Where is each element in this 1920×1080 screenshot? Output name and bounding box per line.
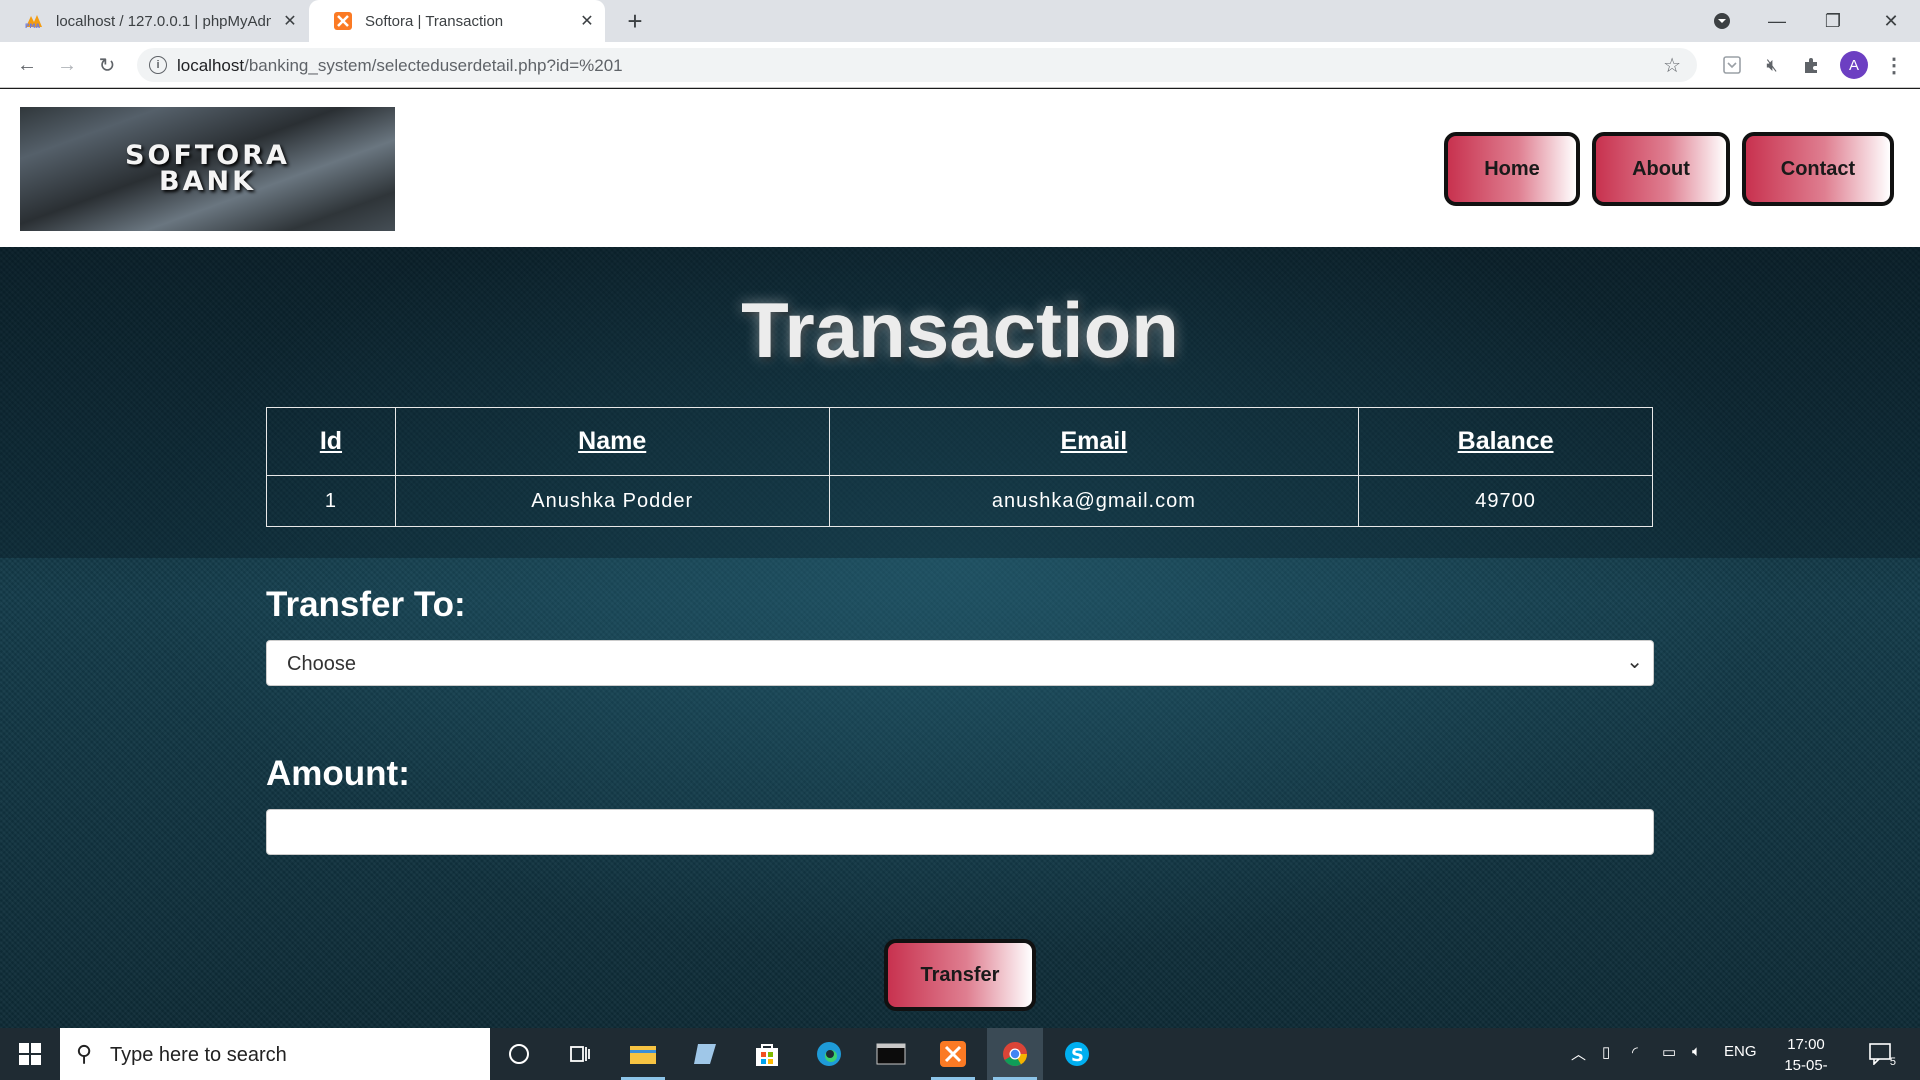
new-tab-button[interactable]: + bbox=[622, 8, 648, 34]
minimize-icon[interactable]: — bbox=[1752, 0, 1802, 42]
tab-search-icon[interactable] bbox=[1697, 0, 1747, 42]
column-header-balance: Balance bbox=[1358, 407, 1653, 476]
phpmyadmin-icon: PMA bbox=[24, 11, 44, 31]
search-placeholder: Type here to search bbox=[110, 1044, 287, 1066]
reading-list-icon[interactable] bbox=[1720, 53, 1744, 77]
logo-line-2: BANK bbox=[159, 166, 256, 197]
column-header-email: Email bbox=[828, 407, 1360, 476]
volume-icon[interactable]: 🔈︎ bbox=[1692, 1043, 1701, 1060]
browser-tab-strip: PMA localhost / 127.0.0.1 | phpMyAdmin ✕… bbox=[0, 0, 1920, 42]
nav-contact-button[interactable]: Contact bbox=[1742, 132, 1894, 206]
cortana-icon[interactable] bbox=[491, 1028, 547, 1080]
site-info-icon[interactable]: i bbox=[149, 56, 167, 74]
site-header: SOFTORA BANK Home About Contact bbox=[0, 89, 1920, 247]
windows-start-icon[interactable] bbox=[0, 1028, 60, 1080]
clock-date: 15-05-2021 bbox=[1784, 1057, 1828, 1080]
svg-text:PMA: PMA bbox=[25, 23, 40, 29]
transfer-to-label: Transfer To: bbox=[266, 585, 466, 624]
back-icon[interactable]: ← bbox=[11, 49, 43, 81]
cell-id: 1 bbox=[266, 475, 396, 527]
battery-icon[interactable]: ▭ bbox=[1662, 1043, 1676, 1061]
clock-time: 17:00 bbox=[1787, 1036, 1825, 1053]
notes-app-icon[interactable] bbox=[677, 1028, 733, 1080]
tab-title: Softora | Transaction bbox=[365, 12, 504, 30]
url-path: /banking_system/selecteduserdetail.php?i… bbox=[244, 56, 623, 75]
terminal-icon[interactable] bbox=[863, 1028, 919, 1080]
chevron-down-icon: ⌄ bbox=[1626, 651, 1643, 673]
softora-bank-logo[interactable]: SOFTORA BANK bbox=[20, 107, 395, 231]
forward-icon[interactable]: → bbox=[51, 49, 83, 81]
transfer-button[interactable]: Transfer bbox=[884, 939, 1036, 1011]
system-clock[interactable]: 17:00 15-05-2021 bbox=[1768, 1034, 1844, 1080]
selected-user-table: Id Name Email Balance 1 Anushka Podder a… bbox=[266, 407, 1653, 527]
table-row: 1 Anushka Podder anushka@gmail.com 49700 bbox=[266, 475, 1653, 527]
notification-center-icon[interactable]: 5 bbox=[1866, 1040, 1896, 1068]
tab-phpmyadmin[interactable]: PMA localhost / 127.0.0.1 | phpMyAdmin ✕ bbox=[0, 0, 308, 42]
transfer-to-select[interactable]: Choose ⌄ bbox=[266, 640, 1654, 686]
profile-avatar[interactable]: A bbox=[1840, 51, 1868, 79]
transaction-section: Transaction Id Name Email Balance 1 Anus… bbox=[0, 247, 1920, 1028]
extensions-puzzle-icon[interactable] bbox=[1800, 53, 1824, 77]
close-window-icon[interactable]: ✕ bbox=[1866, 0, 1916, 42]
url-host: localhost bbox=[177, 56, 245, 75]
device-icon[interactable]: ▯ bbox=[1602, 1043, 1610, 1061]
search-icon: ⚲ bbox=[76, 1041, 93, 1066]
nav-about-button[interactable]: About bbox=[1592, 132, 1730, 206]
tab-softora-transaction[interactable]: Softora | Transaction ✕ bbox=[309, 0, 605, 42]
close-tab-icon[interactable]: ✕ bbox=[577, 11, 597, 31]
cell-email: anushka@gmail.com bbox=[828, 475, 1360, 527]
language-indicator[interactable]: ENG bbox=[1724, 1043, 1757, 1060]
cell-balance: 49700 bbox=[1358, 475, 1653, 527]
restore-icon[interactable]: ❐ bbox=[1808, 0, 1858, 42]
column-header-name: Name bbox=[394, 407, 830, 476]
bookmark-star-icon[interactable]: ☆ bbox=[1663, 53, 1681, 78]
windows-taskbar: ⚲ Type here to search S ︿ ▯ ◜ ▭ 🔈︎ ENG 1… bbox=[0, 1028, 1920, 1080]
tab-title: localhost / 127.0.0.1 | phpMyAdmin bbox=[56, 12, 271, 30]
close-tab-icon[interactable]: ✕ bbox=[280, 11, 300, 31]
amount-label: Amount: bbox=[266, 754, 410, 793]
chrome-icon[interactable] bbox=[987, 1028, 1043, 1080]
address-bar[interactable]: i localhost/banking_system/selecteduserd… bbox=[137, 48, 1697, 82]
notification-count-badge: 5 bbox=[1889, 1056, 1896, 1068]
edge-browser-icon[interactable] bbox=[801, 1028, 857, 1080]
store-icon[interactable] bbox=[739, 1028, 795, 1080]
nav-home-button[interactable]: Home bbox=[1444, 132, 1580, 206]
page-title: Transaction bbox=[741, 286, 1179, 374]
muted-audio-icon[interactable]: 🔇︎ bbox=[1760, 53, 1784, 77]
task-view-icon[interactable] bbox=[552, 1028, 608, 1080]
wifi-icon[interactable]: ◜ bbox=[1632, 1043, 1638, 1061]
browser-toolbar: ← → ↻ i localhost/banking_system/selecte… bbox=[0, 42, 1920, 88]
select-value: Choose bbox=[287, 653, 356, 675]
svg-text:S: S bbox=[1071, 1045, 1084, 1066]
cell-name: Anushka Podder bbox=[394, 475, 830, 527]
xampp-icon bbox=[333, 11, 353, 31]
url-text: localhost/banking_system/selecteduserdet… bbox=[177, 56, 623, 76]
show-hidden-icons-chevron[interactable]: ︿ bbox=[1571, 1043, 1586, 1064]
amount-input[interactable] bbox=[266, 809, 1654, 855]
browser-menu-icon[interactable]: ⋮ bbox=[1884, 52, 1904, 78]
taskbar-search-box[interactable]: ⚲ Type here to search bbox=[60, 1028, 490, 1080]
column-header-id: Id bbox=[266, 407, 396, 476]
table-header-row: Id Name Email Balance bbox=[266, 407, 1653, 476]
reload-icon[interactable]: ↻ bbox=[91, 49, 123, 81]
file-explorer-icon[interactable] bbox=[615, 1028, 671, 1080]
skype-icon[interactable]: S bbox=[1049, 1028, 1105, 1080]
xampp-control-icon[interactable] bbox=[925, 1028, 981, 1080]
